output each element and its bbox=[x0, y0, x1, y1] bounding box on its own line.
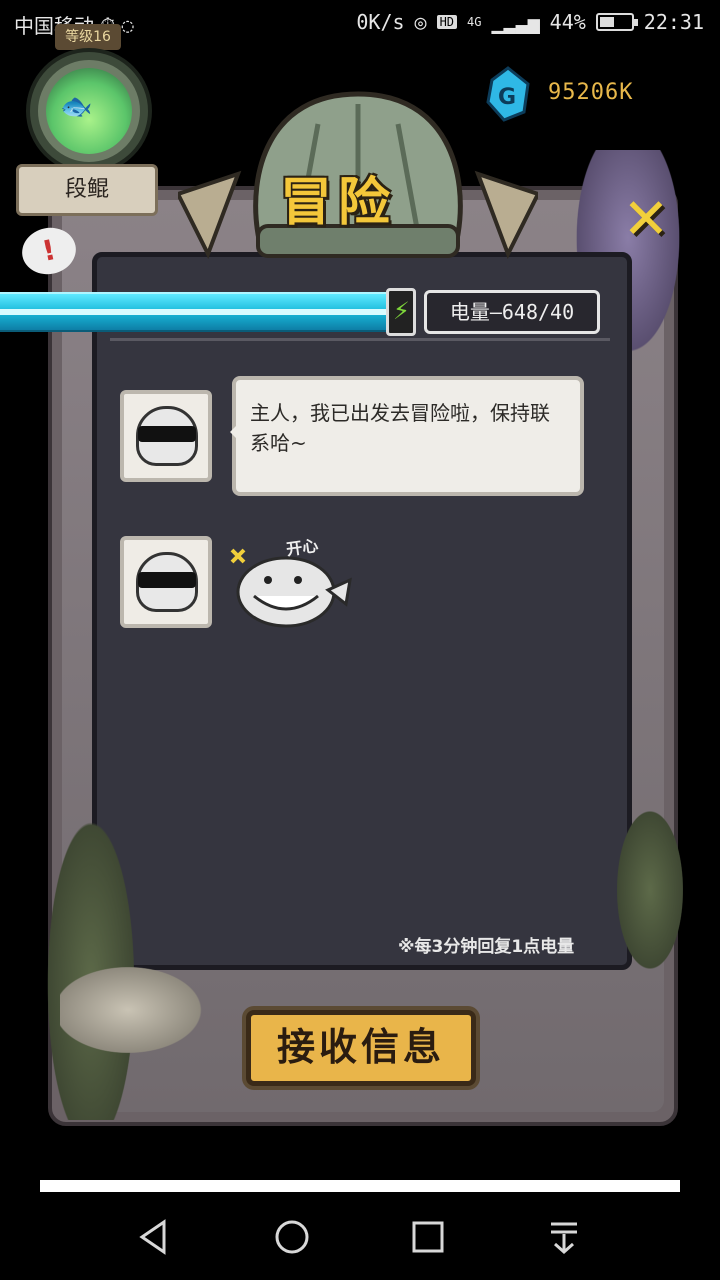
sender-avatar[interactable] bbox=[120, 390, 212, 482]
page-title: 冒险 bbox=[280, 173, 397, 233]
energy-bar bbox=[0, 292, 392, 332]
shells-decoration bbox=[60, 950, 230, 1070]
back-icon[interactable] bbox=[128, 1210, 182, 1264]
sticker-label: 开心 bbox=[285, 535, 320, 560]
sender-avatar[interactable] bbox=[120, 536, 212, 628]
sunglasses-icon bbox=[138, 572, 196, 588]
battery-percent: 44% bbox=[549, 10, 586, 34]
fish-icon: 🐟 bbox=[60, 92, 93, 122]
network-label: 4G bbox=[467, 15, 482, 29]
currency-amount: 95206K bbox=[548, 80, 634, 105]
svg-text:G: G bbox=[498, 85, 516, 110]
net-speed: 0K/s bbox=[356, 10, 405, 34]
sync-icon: ◌ bbox=[121, 12, 134, 37]
signal-icon: ▁▂▃▅ bbox=[491, 10, 540, 34]
seaweed-right-decoration bbox=[608, 790, 692, 990]
close-button[interactable]: ✕ bbox=[618, 192, 674, 248]
level-badge: 等级16 bbox=[55, 24, 121, 50]
notification-pull-icon[interactable] bbox=[537, 1210, 591, 1264]
divider bbox=[110, 338, 610, 341]
hd-badge: HD bbox=[436, 15, 458, 29]
sunglasses-icon bbox=[138, 426, 196, 442]
battery-icon bbox=[595, 13, 638, 31]
energy-battery-icon: ⚡ bbox=[386, 288, 416, 336]
message-bubble: 主人，我已出发去冒险啦，保持联系哈~ bbox=[230, 376, 584, 496]
energy-counter: 电量—648/40 bbox=[424, 290, 600, 334]
home-icon[interactable] bbox=[265, 1210, 319, 1264]
pet-name-plate: 段鲲 bbox=[16, 164, 158, 216]
receive-message-button[interactable]: 接收信息 bbox=[246, 1010, 476, 1086]
gem-g-icon: G bbox=[486, 66, 530, 122]
pet-avatar[interactable]: 🐟 bbox=[30, 52, 148, 170]
navigation-bar bbox=[0, 1192, 720, 1280]
recents-icon[interactable] bbox=[401, 1210, 455, 1264]
clock: 22:31 bbox=[643, 10, 704, 34]
wifi-icon: ◎ bbox=[414, 10, 427, 34]
energy-regen-note: ※每3分钟回复1点电量 bbox=[398, 937, 575, 957]
ad-banner[interactable] bbox=[40, 1180, 680, 1192]
